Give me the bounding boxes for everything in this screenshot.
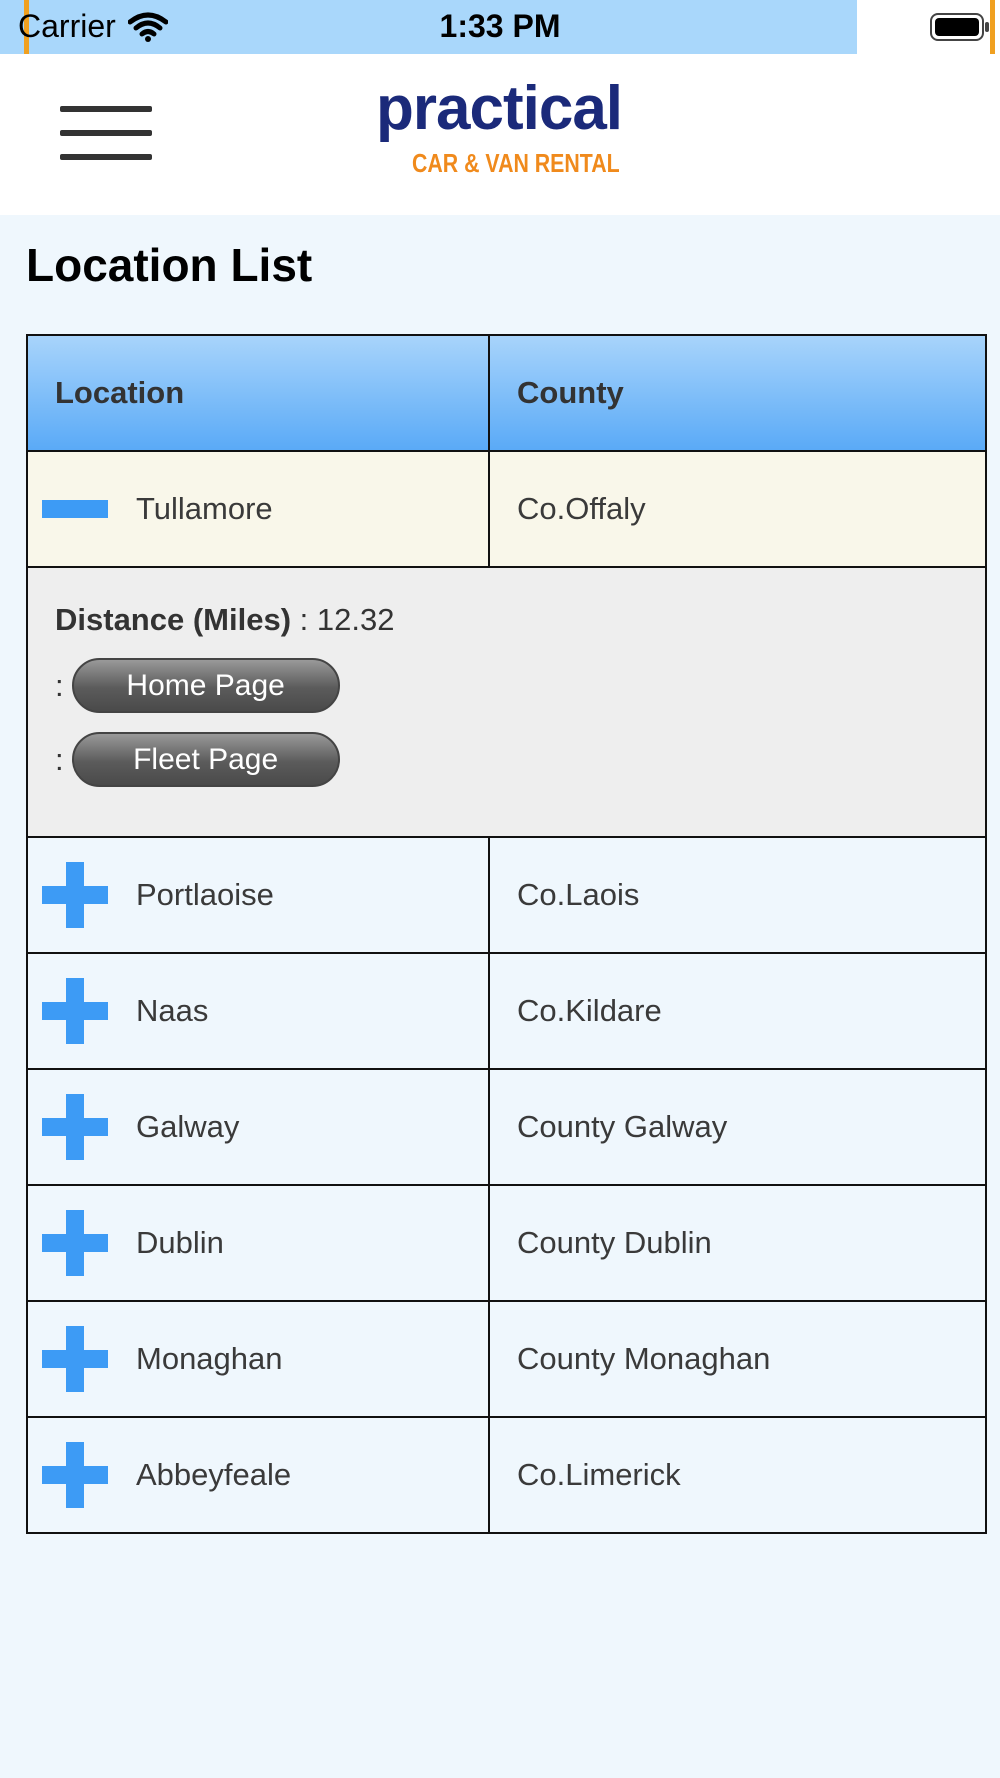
table-row[interactable]: Dublin County Dublin: [26, 1184, 987, 1302]
location-cell: Tullamore: [26, 450, 490, 568]
county-cell: Co.Limerick: [488, 1416, 987, 1534]
location-cell: Portlaoise: [26, 836, 490, 954]
location-cell: Dublin: [26, 1184, 490, 1302]
table-row[interactable]: Abbeyfeale Co.Limerick: [26, 1416, 987, 1534]
logo-tagline: CAR & VAN RENTAL: [412, 148, 620, 178]
plus-icon[interactable]: [42, 1210, 108, 1276]
practical-logo[interactable]: practical CAR & VAN RENTAL: [376, 78, 636, 188]
logo-wordmark: practical: [376, 74, 623, 143]
app-header: practical CAR & VAN RENTAL: [0, 54, 1000, 215]
fleet-page-button[interactable]: Fleet Page: [71, 732, 340, 787]
table-row[interactable]: Monaghan County Monaghan: [26, 1300, 987, 1418]
table-header-row: Location County: [26, 334, 987, 452]
location-name: Tullamore: [136, 491, 273, 526]
table-row[interactable]: Naas Co.Kildare: [26, 952, 987, 1070]
home-page-line: : Home Page: [55, 658, 958, 713]
table-row[interactable]: Galway County Galway: [26, 1068, 987, 1186]
home-page-button[interactable]: Home Page: [71, 658, 340, 713]
location-name: Portlaoise: [136, 877, 274, 912]
location-cell: Galway: [26, 1068, 490, 1186]
location-name: Abbeyfeale: [136, 1457, 292, 1492]
minus-icon[interactable]: [42, 476, 108, 542]
menu-button[interactable]: [60, 104, 152, 166]
location-table: Location County Tullamore Co.Offaly Dist…: [26, 334, 987, 1534]
distance-value: 12.32: [316, 602, 395, 637]
plus-icon[interactable]: [42, 1442, 108, 1508]
location-cell: Abbeyfeale: [26, 1416, 490, 1534]
plus-icon[interactable]: [42, 1094, 108, 1160]
distance-line: Distance (Miles) : 12.32: [55, 602, 958, 638]
location-name: Monaghan: [136, 1341, 283, 1376]
county-cell: Co.Offaly: [488, 450, 987, 568]
county-cell: County Dublin: [488, 1184, 987, 1302]
link-prefix: :: [55, 741, 64, 777]
status-time: 1:33 PM: [439, 8, 561, 44]
location-cell: Naas: [26, 952, 490, 1070]
distance-label: Distance (Miles): [55, 602, 292, 637]
distance-separator: :: [291, 602, 317, 637]
location-detail-panel: Distance (Miles) : 12.32 : Home Page : F…: [26, 566, 987, 838]
location-name: Galway: [136, 1109, 240, 1144]
county-cell: County Monaghan: [488, 1300, 987, 1418]
column-header-county[interactable]: County: [488, 334, 987, 452]
county-cell: Co.Laois: [488, 836, 987, 954]
location-name: Dublin: [136, 1225, 224, 1260]
table-row[interactable]: Tullamore Co.Offaly: [26, 450, 987, 568]
location-detail-row: Distance (Miles) : 12.32 : Home Page : F…: [26, 566, 987, 838]
table-row[interactable]: Portlaoise Co.Laois: [26, 836, 987, 954]
plus-icon[interactable]: [42, 862, 108, 928]
county-cell: County Galway: [488, 1068, 987, 1186]
location-name: Naas: [136, 993, 209, 1028]
fleet-page-line: : Fleet Page: [55, 732, 958, 787]
battery-icon: [930, 13, 989, 41]
plus-icon[interactable]: [42, 1326, 108, 1392]
status-bar: Carrier 1:33 PM: [0, 0, 1000, 54]
column-header-location[interactable]: Location: [26, 334, 490, 452]
county-cell: Co.Kildare: [488, 952, 987, 1070]
page-title: Location List: [26, 239, 313, 291]
location-cell: Monaghan: [26, 1300, 490, 1418]
link-prefix: :: [55, 667, 64, 703]
plus-icon[interactable]: [42, 978, 108, 1044]
